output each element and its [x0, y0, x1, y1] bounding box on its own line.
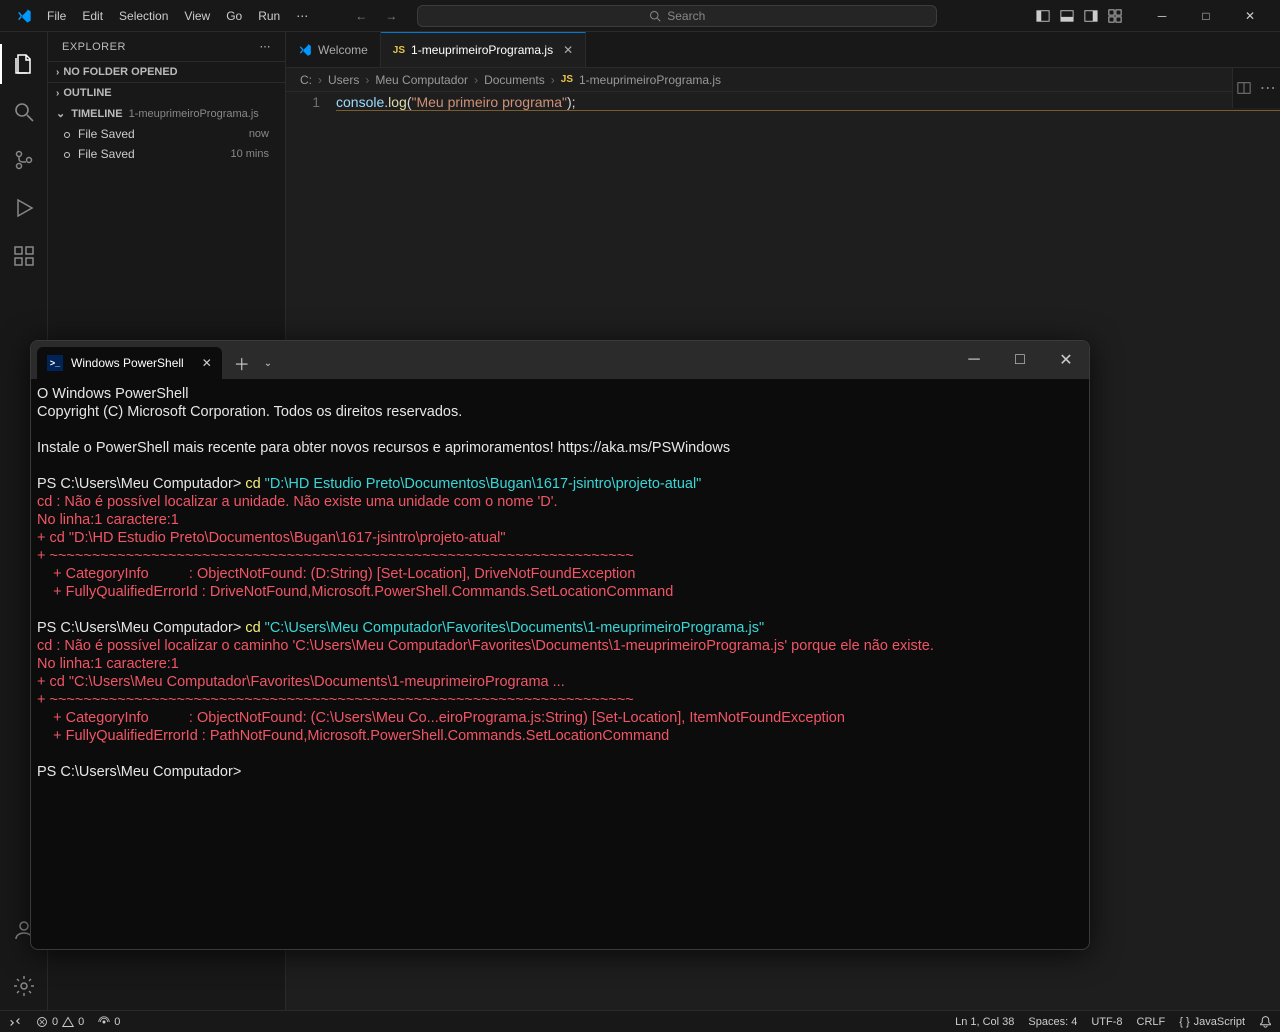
- tab-dropdown-icon[interactable]: ⌄: [264, 358, 272, 369]
- section-no-folder[interactable]: ›NO FOLDER OPENED: [48, 61, 285, 82]
- js-file-icon: JS: [561, 74, 573, 85]
- window-close-icon[interactable]: ✕: [1228, 0, 1272, 32]
- search-placeholder: Search: [667, 9, 705, 23]
- layout-controls: [1036, 9, 1122, 23]
- menu-more[interactable]: ⋯: [289, 5, 315, 27]
- section-outline[interactable]: ›OUTLINE: [48, 82, 285, 103]
- window-minimize-icon[interactable]: ─: [951, 341, 997, 379]
- activity-run-debug-icon[interactable]: [0, 184, 48, 232]
- powershell-icon: >_: [47, 355, 63, 371]
- tab-file[interactable]: JS 1-meuprimeiroPrograma.js ✕: [381, 32, 586, 67]
- menu-file[interactable]: File: [40, 5, 73, 27]
- window-maximize-icon[interactable]: □: [997, 341, 1043, 379]
- menu-edit[interactable]: Edit: [75, 5, 110, 27]
- line-number: 1: [286, 94, 336, 111]
- terminal-tab-bar: >_ Windows PowerShell ✕ ＋ ⌄ ─ □ ✕: [31, 341, 1089, 379]
- activity-explorer-icon[interactable]: [0, 40, 48, 88]
- close-icon[interactable]: ✕: [563, 43, 573, 57]
- menu-view[interactable]: View: [177, 5, 217, 27]
- menu-selection[interactable]: Selection: [112, 5, 175, 27]
- status-spaces[interactable]: Spaces: 4: [1028, 1016, 1077, 1028]
- breadcrumb[interactable]: C:› Users› Meu Computador› Documents› JS…: [286, 68, 1280, 92]
- vscode-icon: [16, 8, 32, 24]
- editor-tabs: Welcome JS 1-meuprimeiroPrograma.js ✕: [286, 32, 1280, 68]
- close-icon[interactable]: ✕: [202, 356, 212, 370]
- editor-actions: ⋯: [1232, 68, 1280, 108]
- split-editor-icon[interactable]: [1237, 81, 1251, 95]
- activity-extensions-icon[interactable]: [0, 232, 48, 280]
- search-box[interactable]: Search: [417, 5, 937, 27]
- status-encoding[interactable]: UTF-8: [1091, 1016, 1122, 1028]
- menu-bar: File Edit Selection View Go Run ⋯: [40, 5, 315, 27]
- js-file-icon: JS: [393, 45, 405, 56]
- section-timeline[interactable]: ⌄ TIMELINE 1-meuprimeiroPrograma.js: [48, 103, 285, 124]
- status-cursor[interactable]: Ln 1, Col 38: [955, 1016, 1014, 1028]
- layout-panel-bottom-icon[interactable]: [1060, 9, 1074, 23]
- nav-forward-icon[interactable]: →: [385, 9, 397, 23]
- terminal-output[interactable]: O Windows PowerShell Copyright (C) Micro…: [31, 379, 1089, 787]
- window-minimize-icon[interactable]: ─: [1140, 0, 1184, 32]
- explorer-title: EXPLORER: [62, 41, 126, 53]
- layout-panel-left-icon[interactable]: [1036, 9, 1050, 23]
- layout-panel-right-icon[interactable]: [1084, 9, 1098, 23]
- timeline-item[interactable]: File Saved 10 mins: [48, 144, 285, 164]
- title-bar: File Edit Selection View Go Run ⋯ ← → Se…: [0, 0, 1280, 32]
- more-actions-icon[interactable]: ⋯: [1260, 78, 1276, 98]
- nav-arrows: ← →: [355, 9, 397, 23]
- timeline-filename: 1-meuprimeiroPrograma.js: [129, 108, 259, 120]
- tab-welcome[interactable]: Welcome: [286, 32, 381, 67]
- status-problems[interactable]: 0 0: [36, 1016, 84, 1028]
- menu-run[interactable]: Run: [251, 5, 287, 27]
- status-language[interactable]: { } JavaScript: [1179, 1016, 1245, 1028]
- activity-settings-icon[interactable]: [0, 962, 48, 1010]
- layout-customize-icon[interactable]: [1108, 9, 1122, 23]
- window-maximize-icon[interactable]: □: [1184, 0, 1228, 32]
- code-editor[interactable]: 1 console.log("Meu primeiro programa");: [286, 92, 1280, 113]
- remote-icon[interactable]: [8, 1015, 22, 1029]
- status-bar: 0 0 0 Ln 1, Col 38 Spaces: 4 UTF-8 CRLF …: [0, 1010, 1280, 1032]
- powershell-window: >_ Windows PowerShell ✕ ＋ ⌄ ─ □ ✕ O Wind…: [30, 340, 1090, 950]
- nav-back-icon[interactable]: ←: [355, 9, 367, 23]
- menu-go[interactable]: Go: [219, 5, 249, 27]
- window-close-icon[interactable]: ✕: [1043, 341, 1089, 379]
- timeline-item[interactable]: File Saved now: [48, 124, 285, 144]
- terminal-tab[interactable]: >_ Windows PowerShell ✕: [37, 347, 222, 379]
- activity-search-icon[interactable]: [0, 88, 48, 136]
- status-eol[interactable]: CRLF: [1137, 1016, 1166, 1028]
- status-ports[interactable]: 0: [98, 1016, 120, 1028]
- explorer-more-icon[interactable]: ⋯: [260, 40, 272, 53]
- activity-source-control-icon[interactable]: [0, 136, 48, 184]
- new-tab-icon[interactable]: ＋: [234, 351, 250, 375]
- notifications-icon[interactable]: [1259, 1015, 1272, 1028]
